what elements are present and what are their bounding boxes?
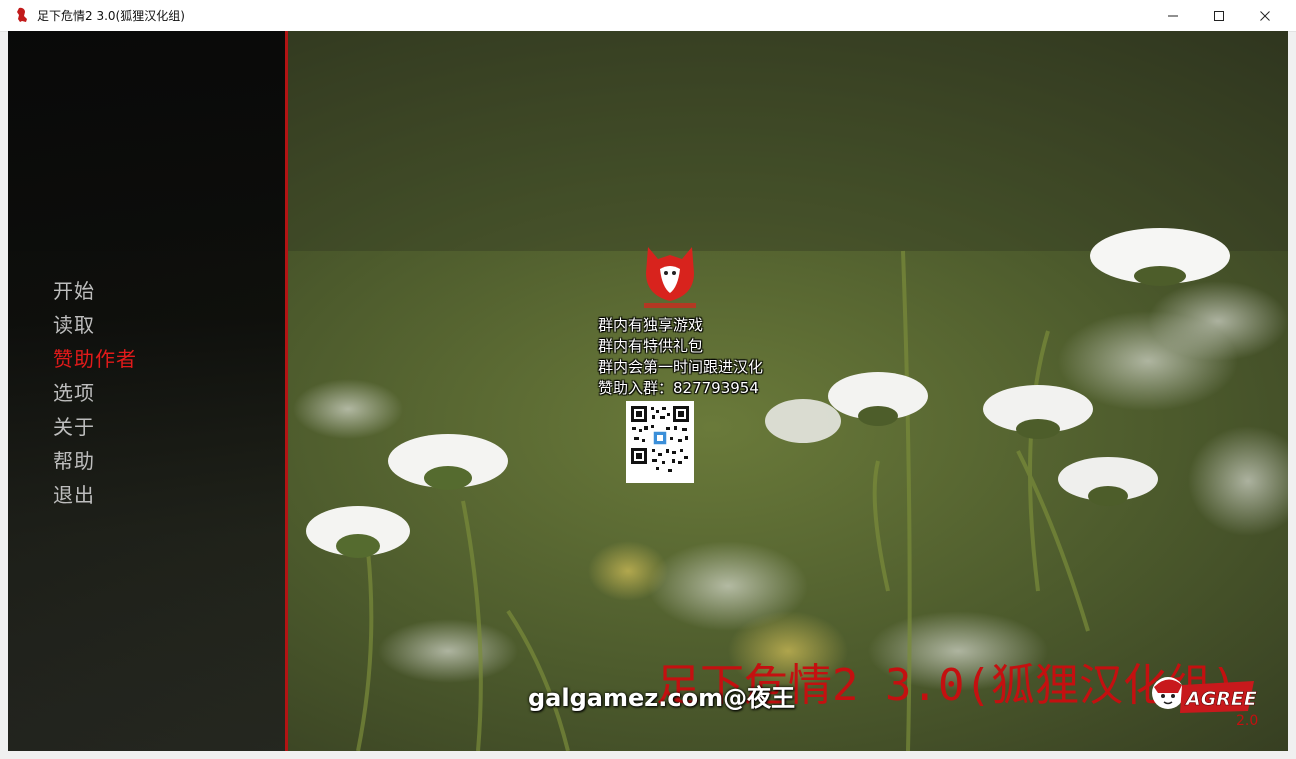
agree-logo-text: AGREE (1184, 688, 1257, 710)
promo-line: 群内有特供礼包 (598, 337, 704, 355)
watermark-text: galgamez.com@夜王 (528, 684, 796, 712)
game-screen[interactable]: 开始 读取 赞助作者 选项 关于 帮助 退出 群内有独享游戏 群内有特供礼包 群… (8, 31, 1288, 751)
agree-logo-icon: AGREE (1152, 677, 1257, 713)
qr-code-image[interactable] (626, 401, 694, 483)
maximize-button[interactable] (1196, 0, 1242, 31)
sidebar-divider (285, 31, 288, 751)
close-button[interactable] (1242, 0, 1288, 31)
menu-item-options[interactable]: 选项 (53, 376, 137, 410)
main-menu: 开始 读取 赞助作者 选项 关于 帮助 退出 (53, 274, 137, 512)
menu-item-load[interactable]: 读取 (53, 308, 137, 342)
menu-item-start[interactable]: 开始 (53, 274, 137, 308)
maximize-icon (1214, 10, 1224, 21)
fox-logo-icon (644, 247, 696, 308)
version-label: 2.0 (1236, 713, 1259, 729)
promo-line: 群内会第一时间跟进汉化 (598, 358, 764, 376)
menu-item-exit[interactable]: 退出 (53, 478, 137, 512)
minimize-button[interactable] (1150, 0, 1196, 31)
minimize-icon (1168, 15, 1178, 16)
window-titlebar[interactable]: 足下危情2 3.0(狐狸汉化组) (0, 0, 1296, 32)
close-icon (1260, 10, 1270, 21)
menu-item-about[interactable]: 关于 (53, 410, 137, 444)
sidebar-panel (8, 31, 285, 751)
window-title: 足下危情2 3.0(狐狸汉化组) (37, 9, 185, 23)
promo-line: 群内有独享游戏 (598, 316, 704, 334)
promo-line: 赞助入群：827793954 (598, 379, 759, 397)
menu-item-sponsor[interactable]: 赞助作者 (53, 342, 137, 376)
menu-item-help[interactable]: 帮助 (53, 444, 137, 478)
app-icon (17, 7, 27, 23)
